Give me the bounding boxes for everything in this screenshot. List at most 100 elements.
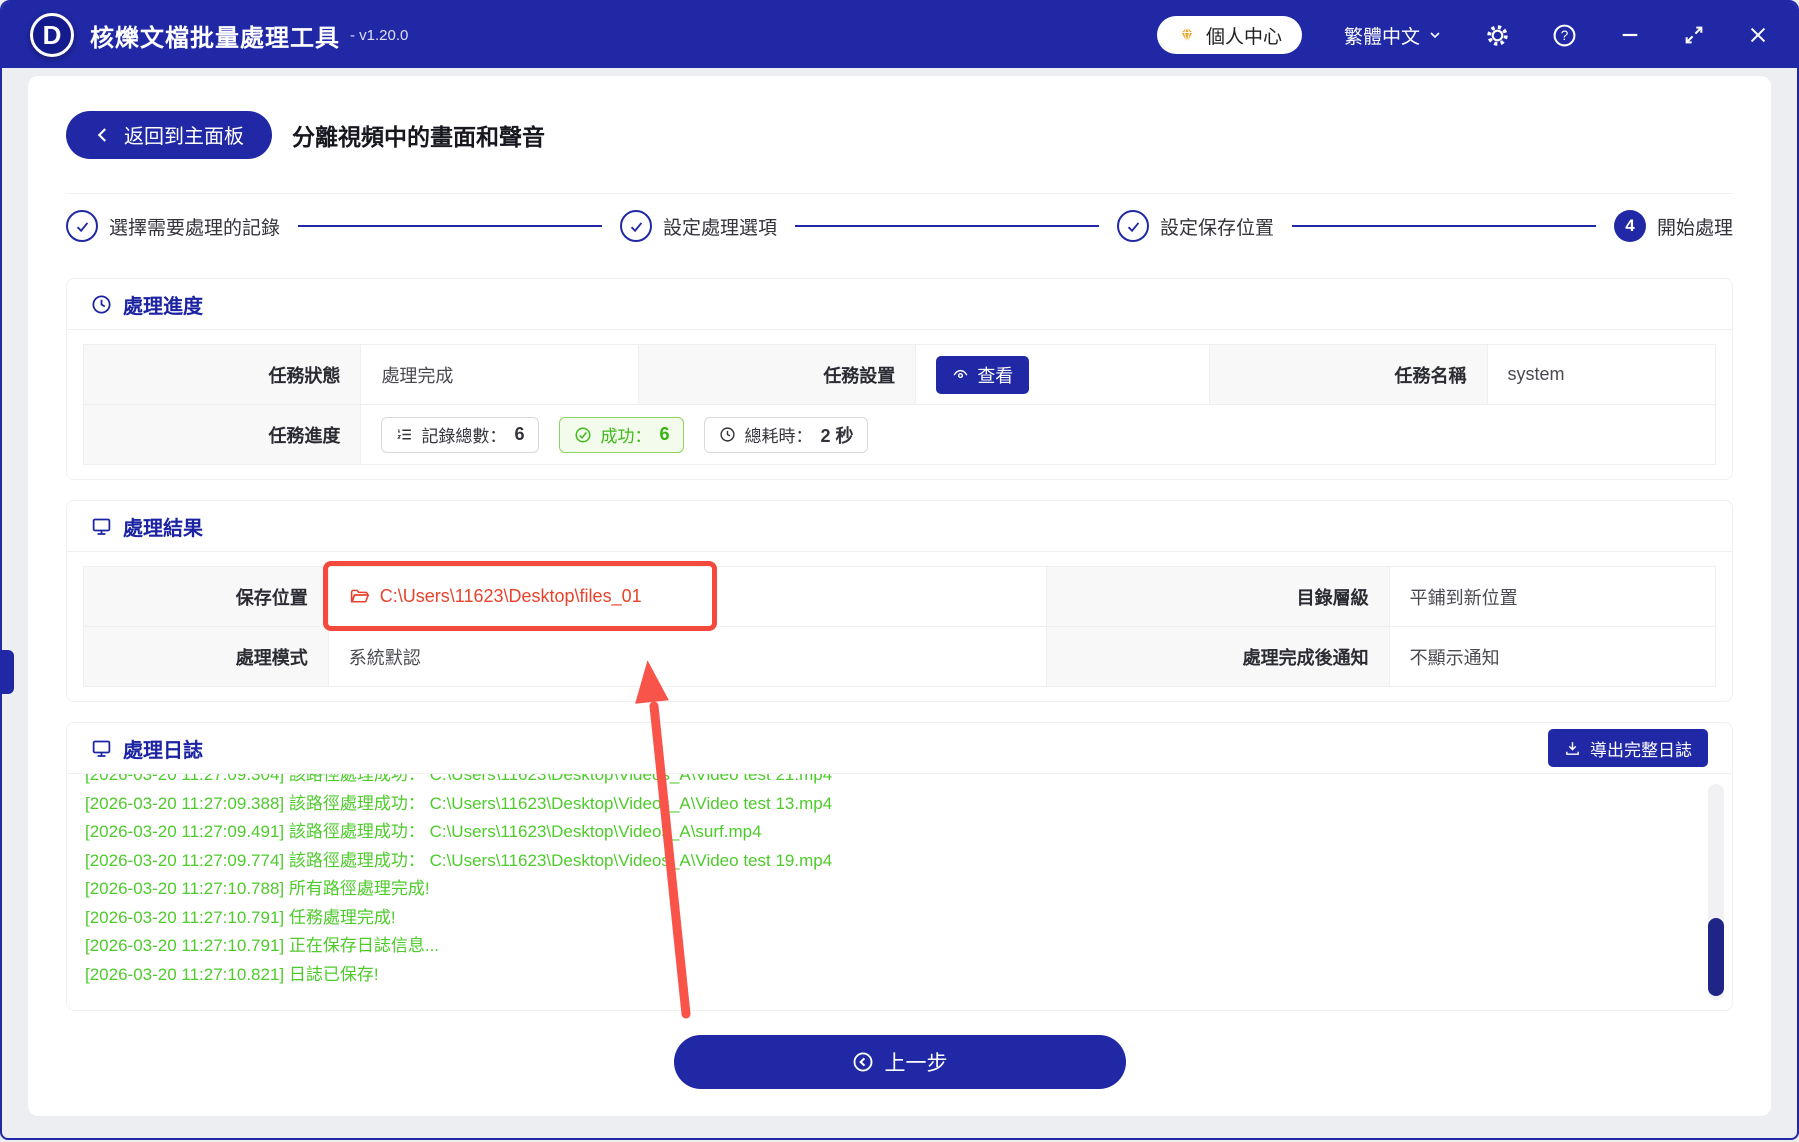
svg-text:?: ?: [1561, 28, 1569, 43]
success-label: 成功：: [600, 427, 652, 446]
chevron-down-icon: [1427, 27, 1443, 43]
clock-icon: [91, 294, 112, 315]
log-line: [2026-03-20 11:27:10.791] 任務處理完成!: [85, 907, 396, 927]
export-log-button[interactable]: 導出完整日誌: [1548, 729, 1708, 767]
close-button[interactable]: [1747, 24, 1769, 46]
clock-small-icon: [719, 426, 736, 443]
log-scrollbar-thumb[interactable]: [1708, 918, 1724, 996]
step-3: 設定保存位置: [1117, 210, 1274, 242]
step-1-check-icon: [66, 210, 98, 242]
records-total-value: 6: [514, 424, 525, 444]
log-line: [2026-03-20 11:27:09.774] 該路徑處理成功： C:\Us…: [85, 850, 833, 870]
app-logo-icon: D: [30, 13, 74, 57]
step-1-label: 選擇需要處理的記錄: [109, 217, 281, 239]
records-total-badge: 記錄總數： 6: [381, 416, 540, 453]
dir-level-label: 目錄層級: [1045, 566, 1390, 627]
export-log-label: 導出完整日誌: [1590, 740, 1692, 760]
save-location-link[interactable]: C:\Users\11623\Desktop\files_01: [349, 586, 1026, 607]
result-section-header: 處理結果: [67, 501, 1732, 552]
app-window: { "colors": { "primary_blue": "#2028a5",…: [0, 0, 1799, 1140]
titlebar-controls: 個人中心 繁體中文 ?: [1156, 16, 1769, 54]
main-card: 返回到主面板 分離視頻中的畫面和聲音 選擇需要處理的記錄 設定處理選項 設定保存…: [28, 76, 1771, 1116]
folder-icon: [349, 586, 370, 607]
progress-badges: 記錄總數： 6 成功： 6 總耗時： 2 秒: [381, 416, 1695, 453]
progress-section-header: 處理進度: [67, 279, 1732, 330]
chevron-left-icon: [94, 126, 112, 144]
dir-level-value: 平鋪到新位置: [1388, 566, 1717, 627]
maximize-button[interactable]: [1683, 24, 1705, 46]
log-line: [2026-03-20 11:27:09.388] 該路徑處理成功： C:\Us…: [85, 793, 833, 813]
back-button-label: 返回到主面板: [124, 126, 244, 148]
elapsed-time-label: 總耗時：: [744, 427, 813, 446]
records-total-label: 記錄總數：: [421, 427, 507, 446]
log-area[interactable]: [2026-03-20 11:27:09.304] 該路徑處理成功： C:\Us…: [67, 774, 1732, 1010]
task-name-label: 任務名稱: [1209, 344, 1488, 405]
step-3-check-icon: [1117, 210, 1149, 242]
view-icon: [952, 366, 969, 383]
prev-circle-icon: [852, 1051, 874, 1073]
step-4-label: 開始處理: [1657, 217, 1734, 239]
step-indicator: 選擇需要處理的記錄 設定處理選項 設定保存位置 4 開始處理: [66, 194, 1733, 258]
user-center-label: 個人中心: [1205, 26, 1282, 48]
language-selector[interactable]: 繁體中文: [1344, 22, 1443, 49]
monitor-icon: [91, 516, 112, 537]
titlebar: D 核爍文檔批量處理工具 - v1.20.0 個人中心 繁體中文 ?: [2, 2, 1797, 68]
monitor-icon: [91, 738, 112, 759]
settings-gear-icon[interactable]: [1485, 23, 1510, 48]
table-row: 任務進度 記錄總數： 6 成功： 6 總耗時： 2 秒: [82, 404, 1716, 465]
task-progress-label: 任務進度: [82, 404, 362, 465]
progress-section-title: 處理進度: [123, 295, 203, 318]
app-title: 核爍文檔批量處理工具: [90, 24, 340, 52]
language-label: 繁體中文: [1343, 26, 1420, 48]
result-section: 處理結果 保存位置 C:\Users\11623\Desktop\files_0…: [66, 500, 1733, 702]
step-1: 選擇需要處理的記錄: [66, 210, 280, 242]
task-settings-cell: 查看: [915, 344, 1211, 405]
table-row: 任務狀態 處理完成 任務設置 查看 任務名稱 system: [82, 344, 1716, 405]
task-name-value: system: [1486, 344, 1716, 405]
step-connector: [1292, 225, 1596, 227]
task-progress-cell: 記錄總數： 6 成功： 6 總耗時： 2 秒: [360, 404, 1716, 465]
process-mode-label: 處理模式: [83, 626, 329, 687]
side-edge-tab[interactable]: [2, 650, 14, 694]
check-circle-icon: [574, 426, 592, 444]
step-2-label: 設定處理選項: [663, 217, 778, 239]
view-settings-button[interactable]: 查看: [936, 355, 1030, 394]
step-4-number: 4: [1614, 210, 1646, 242]
progress-section-body: 任務狀態 處理完成 任務設置 查看 任務名稱 system 任務進度 記錄總數：…: [67, 330, 1732, 479]
page-title: 分離視頻中的畫面和聲音: [292, 123, 545, 150]
progress-section: 處理進度 任務狀態 處理完成 任務設置 查看 任務名稱 system 任務進度 …: [66, 278, 1733, 480]
minimize-button[interactable]: [1619, 24, 1641, 46]
step-connector: [795, 225, 1099, 227]
notify-value: 不顯示通知: [1388, 626, 1717, 687]
log-line: [2026-03-20 11:27:10.791] 正在保存日誌信息...: [85, 936, 440, 955]
help-icon[interactable]: ?: [1552, 23, 1577, 48]
previous-step-label: 上一步: [884, 1052, 948, 1075]
user-center-button[interactable]: 個人中心: [1156, 16, 1302, 54]
save-location-cell: C:\Users\11623\Desktop\files_01: [322, 561, 1047, 631]
step-2: 設定處理選項: [620, 210, 777, 242]
previous-step-button[interactable]: 上一步: [673, 1035, 1126, 1089]
success-value: 6: [659, 424, 670, 444]
task-status-value: 處理完成: [360, 344, 639, 405]
view-button-label: 查看: [977, 365, 1014, 386]
back-to-dashboard-button[interactable]: 返回到主面板: [66, 110, 272, 159]
elapsed-time-value: 2 秒: [820, 425, 854, 446]
task-status-label: 任務狀態: [82, 344, 362, 405]
success-badge: 成功： 6: [559, 416, 685, 453]
step-4: 4 開始處理: [1614, 210, 1733, 242]
download-icon: [1564, 740, 1581, 757]
table-row: 保存位置 C:\Users\11623\Desktop\files_01 目錄層…: [83, 561, 1717, 631]
log-line: [2026-03-20 11:27:10.788] 所有路徑處理完成!: [85, 879, 430, 898]
log-lines: [2026-03-20 11:27:09.304] 該路徑處理成功： C:\Us…: [85, 774, 1698, 989]
result-section-body: 保存位置 C:\Users\11623\Desktop\files_01 目錄層…: [67, 552, 1732, 701]
notify-label: 處理完成後通知: [1045, 626, 1390, 687]
task-settings-label: 任務設置: [637, 344, 917, 405]
log-section: 處理日誌 導出完整日誌 [2026-03-20 11:27:09.304] 該路…: [66, 722, 1733, 1011]
page-header: 返回到主面板 分離視頻中的畫面和聲音: [66, 76, 1733, 194]
step-connector: [298, 225, 602, 227]
result-section-title: 處理結果: [123, 517, 203, 540]
step-3-label: 設定保存位置: [1160, 217, 1275, 239]
log-line: [2026-03-20 11:27:09.304] 該路徑處理成功： C:\Us…: [85, 774, 833, 784]
log-line: [2026-03-20 11:27:09.491] 該路徑處理成功： C:\Us…: [85, 822, 762, 841]
save-location-value: C:\Users\11623\Desktop\files_01: [379, 586, 642, 606]
